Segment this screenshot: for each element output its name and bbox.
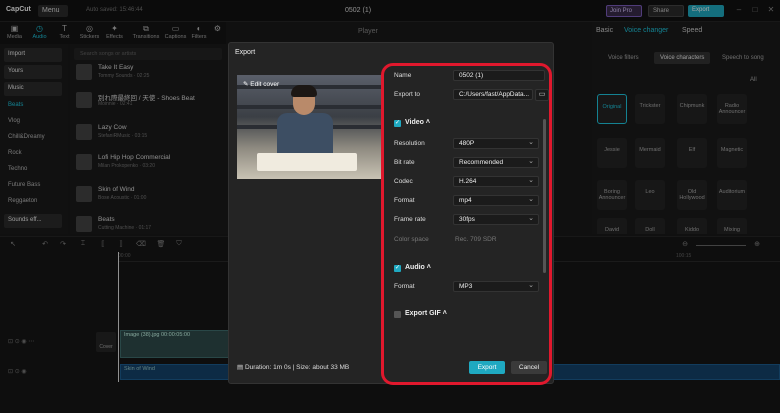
film-icon: ▤ (237, 364, 245, 371)
cover-thumbnail[interactable]: ✎ Edit cover (237, 75, 381, 179)
duration-size-info: ▤ Duration: 1m 0s | Size: about 33 MB (237, 364, 350, 371)
dialog-title: Export (235, 49, 256, 56)
highlight-outline (381, 63, 552, 385)
edit-cover-button[interactable]: ✎ Edit cover (243, 80, 279, 88)
